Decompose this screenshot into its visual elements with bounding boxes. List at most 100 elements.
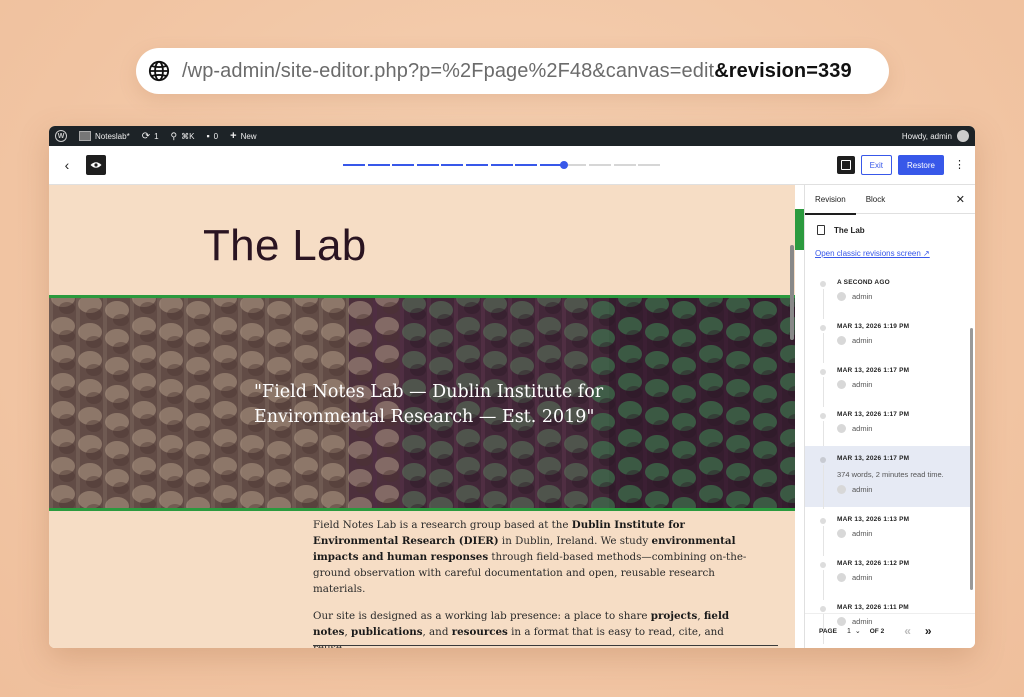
chevron-down-icon: ⌄ [854, 628, 861, 635]
site-name: Noteslab* [95, 131, 130, 141]
url-revision-param: &revision=339 [714, 59, 852, 82]
revision-date: MAR 13, 2026 1:19 PM [837, 323, 910, 330]
timeline-handle[interactable] [560, 161, 569, 169]
editor-toolbar: ‹ Exit Restore ⋮ [49, 146, 975, 185]
previous-page-icon[interactable]: « [904, 624, 911, 638]
revision-author-name: admin [852, 336, 873, 345]
timeline-segment[interactable] [638, 164, 661, 166]
plus-icon: + [230, 130, 237, 142]
document-title: The Lab [834, 225, 865, 235]
revision-item[interactable]: MAR 13, 2026 1:17 PM admin [805, 358, 971, 407]
revision-item[interactable]: A SECOND AGO admin [805, 270, 971, 319]
paragraph-intro[interactable]: Field Notes Lab is a research group base… [313, 517, 753, 597]
classic-revisions-link[interactable]: Open classic revisions screen ↗ [805, 235, 975, 258]
page-select[interactable]: 1 ⌄ [846, 627, 861, 636]
avatar-icon [837, 529, 846, 538]
new-content-link[interactable]: + New [230, 130, 256, 142]
url-bar[interactable]: /wp-admin/site-editor.php?p=%2Fpage%2F48… [136, 48, 889, 94]
timeline-segment[interactable] [343, 164, 365, 166]
avatar-icon [837, 336, 846, 345]
wordpress-logo-icon[interactable]: W [55, 130, 67, 142]
browser-window: W Noteslab* ⟳ 1 ⚲ ⌘K ▪ 0 + New Howdy, admin … [49, 126, 975, 648]
editor-canvas[interactable]: The Lab "Field Notes Lab — Dublin Instit… [49, 185, 795, 648]
updates-count: 1 [154, 131, 159, 141]
revision-bullet-icon [820, 518, 826, 524]
revision-date: MAR 13, 2026 1:11 PM [837, 604, 909, 611]
revision-bullet-icon [820, 369, 826, 375]
timeline-segment[interactable] [589, 164, 611, 166]
timeline-segment[interactable] [441, 164, 464, 166]
revision-item[interactable]: MAR 13, 2026 1:17 PM 374 words, 2 minutes… [805, 446, 971, 509]
revision-bullet-icon [820, 413, 826, 419]
revision-bullet-icon [820, 562, 826, 568]
timeline-segment[interactable] [613, 164, 636, 166]
close-icon[interactable]: ✕ [956, 193, 965, 206]
bold-text: projects [650, 610, 698, 622]
text-run: Field Notes Lab is a research group base… [313, 519, 572, 531]
restore-button[interactable]: Restore [897, 155, 944, 175]
page-title[interactable]: The Lab [203, 221, 367, 271]
text-run: Our site is designed as a working lab pr… [313, 610, 651, 622]
command-palette-link[interactable]: ⚲ ⌘K [171, 131, 195, 142]
revision-item[interactable]: MAR 13, 2026 1:12 PM admin [805, 551, 971, 600]
url-plain: /wp-admin/site-editor.php?p=%2Fpage%2F48… [182, 59, 715, 82]
revision-change-marker [795, 209, 804, 250]
comment-icon: ▪ [206, 131, 210, 141]
revision-author: admin [837, 567, 971, 582]
avatar-icon [837, 573, 846, 582]
sidebar-scrollbar[interactable] [970, 328, 973, 590]
timeline-segment[interactable] [490, 164, 513, 166]
eye-icon [90, 162, 102, 168]
canvas-scrollbar[interactable] [790, 245, 794, 340]
avatar-icon [837, 424, 846, 433]
search-icon: ⚲ [170, 130, 178, 141]
content-body[interactable]: Field Notes Lab is a research group base… [313, 517, 753, 648]
revision-author-name: admin [852, 380, 873, 389]
timeline-segment[interactable] [539, 164, 562, 166]
timeline-segment[interactable] [392, 164, 415, 166]
toggle-sidebar-button[interactable] [836, 156, 855, 174]
timeline-segment[interactable] [416, 164, 439, 166]
revision-word-count: 374 words, 2 minutes read time. [837, 470, 944, 479]
revision-item[interactable]: MAR 13, 2026 1:19 PM admin [805, 314, 971, 363]
paragraph-site[interactable]: Our site is designed as a working lab pr… [313, 608, 753, 648]
account-menu[interactable]: Howdy, admin [902, 130, 969, 142]
revision-date: MAR 13, 2026 1:17 PM [837, 411, 910, 418]
revision-pagination: PAGE 1 ⌄ OF 2 « » [805, 613, 975, 648]
globe-icon [148, 60, 170, 82]
revision-date: MAR 13, 2026 1:17 PM [837, 367, 910, 374]
revision-connector [822, 465, 824, 509]
admin-bar: W Noteslab* ⟳ 1 ⚲ ⌘K ▪ 0 + New Howdy, admin [49, 126, 975, 146]
site-name-link[interactable]: Noteslab* [79, 131, 130, 141]
revision-author-name: admin [852, 529, 873, 538]
page-icon [817, 225, 825, 235]
comments-link[interactable]: ▪ 0 [206, 131, 218, 141]
bold-text: resources [451, 626, 508, 638]
preview-button[interactable] [86, 155, 106, 175]
revision-timeline-slider[interactable] [343, 161, 663, 169]
exit-button[interactable]: Exit [860, 155, 892, 175]
next-page-icon[interactable]: » [925, 624, 932, 638]
page-label: PAGE [819, 627, 837, 635]
revision-bullet-icon [820, 281, 826, 287]
url-text: /wp-admin/site-editor.php?p=%2Fpage%2F48… [182, 60, 852, 83]
timeline-segment[interactable] [367, 164, 390, 166]
revision-change-highlight-bottom [49, 508, 795, 511]
revision-author: admin [837, 418, 971, 433]
tab-revision[interactable]: Revision [805, 185, 856, 215]
revision-item[interactable]: MAR 13, 2026 1:17 PM admin [805, 402, 971, 451]
hero-cover-block[interactable]: "Field Notes Lab — Dublin Institute for … [49, 298, 795, 508]
options-menu-icon[interactable]: ⋮ [954, 160, 965, 171]
timeline-segment[interactable] [466, 164, 488, 166]
page-value: 1 [846, 627, 851, 635]
revision-item[interactable]: MAR 13, 2026 1:13 PM admin [805, 507, 971, 556]
updates-link[interactable]: ⟳ 1 [142, 131, 159, 142]
timeline-segment[interactable] [515, 164, 538, 166]
tab-block[interactable]: Block [856, 185, 896, 214]
refresh-icon: ⟳ [141, 130, 151, 142]
revision-author: admin [837, 479, 971, 494]
comments-count: 0 [213, 131, 219, 141]
revision-author-name: admin [852, 424, 873, 433]
back-button[interactable]: ‹ [57, 157, 77, 173]
site-thumbnail-icon [79, 131, 91, 141]
